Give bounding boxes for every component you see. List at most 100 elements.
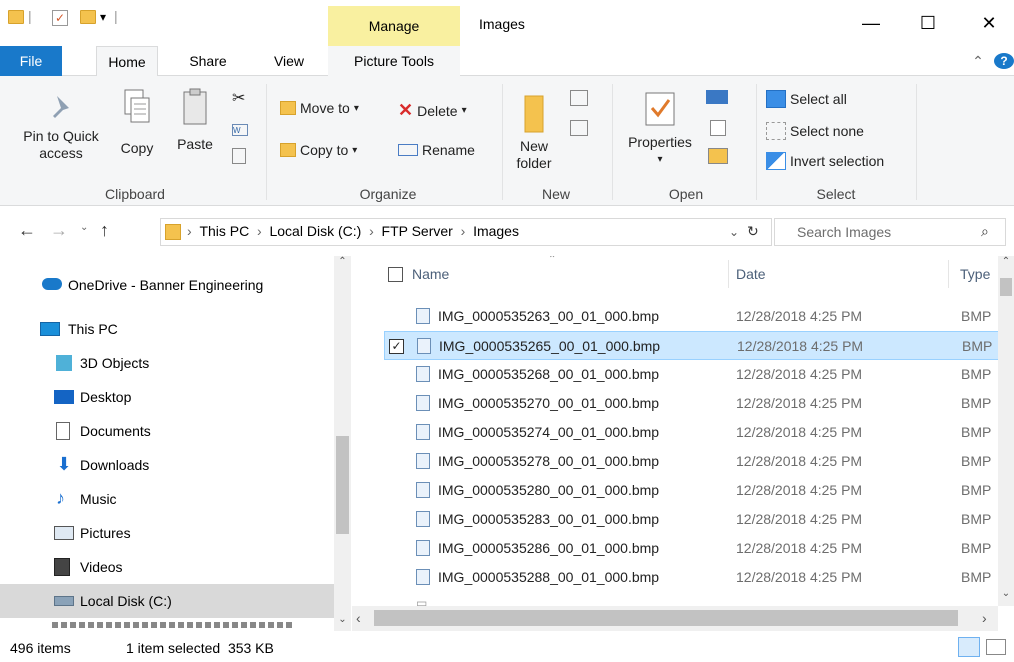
file-row[interactable]: IMG_0000535280_00_01_000.bmp 12/28/2018 4… <box>384 476 1000 505</box>
history-icon[interactable] <box>708 148 728 164</box>
customize-quick-access-icon[interactable]: ▾ <box>100 10 106 24</box>
large-icons-view-icon[interactable] <box>986 639 1006 655</box>
window-title: Images <box>479 16 525 32</box>
collapse-ribbon-icon[interactable]: ⌃ <box>968 46 988 76</box>
column-header-name[interactable]: Name <box>412 256 449 292</box>
nav-item-videos[interactable]: Videos <box>0 550 334 584</box>
tab-share[interactable]: Share <box>178 46 238 76</box>
column-header-type[interactable]: Type <box>960 256 990 292</box>
search-input[interactable]: Search Images ⌕ <box>774 218 1006 246</box>
new-folder-quick-icon[interactable] <box>80 10 96 24</box>
file-row[interactable]: ✓ IMG_0000535265_00_01_000.bmp 12/28/2018 … <box>384 331 1000 360</box>
select-none-button[interactable]: Select none <box>766 122 864 140</box>
nav-item-local-disk[interactable]: Local Disk (C:) <box>0 584 334 618</box>
cut-icon[interactable]: ✂ <box>232 88 245 108</box>
move-to-button[interactable]: Move to ▾ <box>280 100 359 116</box>
select-group-label: Select <box>816 186 856 202</box>
easy-access-icon[interactable] <box>570 120 588 136</box>
edit-icon[interactable] <box>710 120 726 136</box>
back-button[interactable]: ← <box>18 220 36 241</box>
delete-button[interactable]: ✕ Delete ▾ <box>398 100 467 121</box>
crumb-ftp-server[interactable]: FTP Server <box>382 223 453 239</box>
nav-item-music[interactable]: ♪ Music <box>0 482 334 516</box>
help-icon[interactable]: ? <box>994 53 1014 69</box>
nav-item-onedrive[interactable]: OneDrive - Banner Engineering <box>0 268 334 302</box>
bitmap-file-icon <box>416 482 430 498</box>
file-date: 12/28/2018 4:25 PM <box>736 540 863 556</box>
tab-picture-tools[interactable]: Picture Tools <box>328 46 460 76</box>
address-dropdown-icon[interactable]: ⌄ <box>729 225 739 239</box>
rename-button[interactable]: Rename <box>398 142 475 158</box>
file-row[interactable]: IMG_0000535286_00_01_000.bmp 12/28/2018 4… <box>384 534 1000 563</box>
separator: | <box>114 8 118 24</box>
pin-to-quick-access-button[interactable]: Pin to Quick access <box>14 92 108 162</box>
file-row[interactable]: IMG_0000535263_00_01_000.bmp 12/28/2018 4… <box>384 302 1000 331</box>
file-row[interactable]: IMG_0000535274_00_01_000.bmp 12/28/2018 4… <box>384 418 1000 447</box>
open-icon[interactable] <box>706 90 728 104</box>
minimize-button[interactable]: — <box>848 8 894 38</box>
column-header-date[interactable]: Date <box>736 256 766 292</box>
nav-item-3d-objects[interactable]: 3D Objects <box>0 346 334 380</box>
bitmap-file-icon <box>416 395 430 411</box>
select-all-button[interactable]: Select all <box>766 90 847 108</box>
navigation-pane: OneDrive - Banner Engineering This PC 3D… <box>0 256 351 631</box>
copy-button[interactable]: Copy <box>114 86 160 157</box>
forward-button[interactable]: → <box>50 220 68 241</box>
file-date: 12/28/2018 4:25 PM <box>736 569 863 585</box>
nav-item-pictures[interactable]: Pictures <box>0 516 334 550</box>
maximize-button[interactable]: ☐ <box>905 8 951 38</box>
scroll-thumb[interactable] <box>336 436 349 534</box>
close-button[interactable]: ✕ <box>966 8 1012 38</box>
crumb-local-disk[interactable]: Local Disk (C:) <box>269 223 361 239</box>
file-row[interactable]: IMG_0000535288_00_01_000.bmp 12/28/2018 4… <box>384 563 1000 592</box>
separator: | <box>28 8 32 24</box>
invert-selection-icon <box>766 152 786 170</box>
tab-file[interactable]: File <box>0 46 62 76</box>
new-item-icon[interactable] <box>570 90 588 106</box>
file-name: IMG_0000535263_00_01_000.bmp <box>438 308 660 324</box>
address-bar[interactable]: › This PC › Local Disk (C:) › FTP Server… <box>160 218 772 246</box>
scroll-up-icon[interactable]: ⌃ <box>334 256 351 273</box>
manage-context-tab[interactable]: Manage <box>328 6 460 46</box>
crumb-this-pc[interactable]: This PC <box>199 223 249 239</box>
file-row[interactable]: IMG_0000535283_00_01_000.bmp 12/28/2018 4… <box>384 505 1000 534</box>
divider <box>502 84 503 200</box>
search-icon: ⌕ <box>981 223 989 239</box>
select-all-checkbox[interactable] <box>388 267 403 282</box>
scroll-down-icon[interactable]: ⌄ <box>998 588 1014 604</box>
tab-view[interactable]: View <box>262 46 316 76</box>
nav-item-documents[interactable]: Documents <box>0 414 334 448</box>
crumb-images[interactable]: Images <box>473 223 519 239</box>
nav-scrollbar[interactable]: ⌃ ⌄ <box>334 256 351 631</box>
scroll-up-icon[interactable]: ⌃ <box>998 256 1014 272</box>
properties-quick-icon[interactable]: ✓ <box>52 10 68 26</box>
new-folder-button[interactable]: New folder <box>510 90 558 172</box>
scroll-left-icon[interactable]: ‹ <box>356 610 361 626</box>
rename-icon <box>398 144 418 156</box>
invert-selection-button[interactable]: Invert selection <box>766 152 884 170</box>
nav-item-desktop[interactable]: Desktop <box>0 380 334 414</box>
file-row[interactable]: IMG_0000535278_00_01_000.bmp 12/28/2018 4… <box>384 447 1000 476</box>
scroll-thumb[interactable] <box>374 610 958 626</box>
tab-home[interactable]: Home <box>96 46 158 77</box>
paste-shortcut-icon[interactable] <box>232 148 246 164</box>
nav-item-this-pc[interactable]: This PC <box>0 312 334 346</box>
refresh-icon[interactable]: ↻ <box>747 223 759 240</box>
file-horizontal-scrollbar[interactable]: ‹ › <box>352 606 998 631</box>
scroll-thumb[interactable] <box>1000 278 1012 296</box>
copy-to-button[interactable]: Copy to ▾ <box>280 142 357 158</box>
file-date: 12/28/2018 4:25 PM <box>736 453 863 469</box>
file-row[interactable]: IMG_0000535270_00_01_000.bmp 12/28/2018 4… <box>384 389 1000 418</box>
properties-button[interactable]: Properties ▾ <box>620 90 700 168</box>
recent-locations-button[interactable]: ⌄ <box>80 222 88 233</box>
scroll-right-icon[interactable]: › <box>982 610 987 626</box>
scroll-down-icon[interactable]: ⌄ <box>334 614 351 631</box>
copy-path-icon[interactable]: W <box>232 124 248 136</box>
nav-item-downloads[interactable]: ⬇ Downloads <box>0 448 334 482</box>
paste-button[interactable]: Paste <box>172 86 218 153</box>
up-button[interactable]: ↑ <box>100 220 109 241</box>
file-row[interactable]: IMG_0000535268_00_01_000.bmp 12/28/2018 4… <box>384 360 1000 389</box>
details-view-icon[interactable] <box>958 637 980 657</box>
file-vertical-scrollbar[interactable]: ⌃ ⌄ <box>998 256 1014 606</box>
row-checkbox[interactable]: ✓ <box>389 339 404 354</box>
